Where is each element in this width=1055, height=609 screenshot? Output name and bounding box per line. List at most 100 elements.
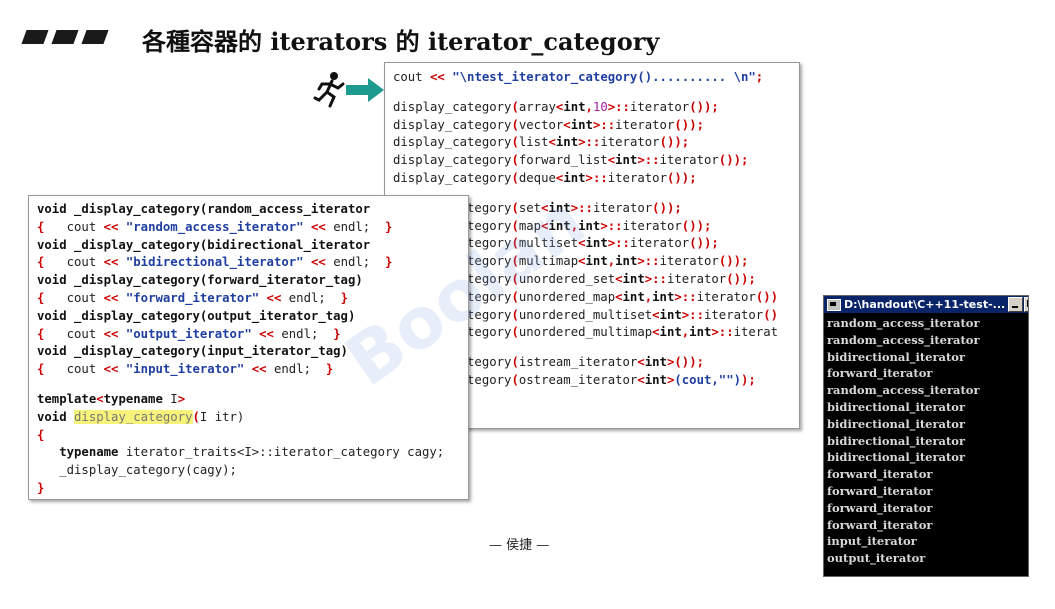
code-token: array	[518, 99, 556, 114]
left-code-panel: void _display_category(random_access_ite…	[28, 195, 469, 500]
code-token: iterator	[629, 99, 690, 114]
code-token: unordered_map	[518, 289, 616, 304]
code-token: int	[548, 200, 571, 215]
angle-token: >	[177, 391, 186, 406]
console-line: forward_iterator	[827, 483, 933, 498]
code-token: iterator	[659, 254, 719, 269]
code-token: iterator	[607, 170, 667, 185]
code-token: <	[578, 254, 586, 269]
code-token: forward_list	[518, 153, 608, 168]
code-token: _display_category(cagy);	[59, 463, 237, 478]
console-line: bidirectional_iterator	[827, 450, 966, 465]
code-token: void _display_category(forward_iterator_…	[37, 273, 363, 288]
code-line: void _display_category(random_access_ite…	[37, 201, 444, 219]
title-text: 各種容器的 iterators 的 iterator_category	[142, 27, 660, 56]
code-token: ::	[585, 135, 601, 150]
code-line: template<typename I>	[37, 391, 444, 409]
code-token: map	[518, 218, 542, 233]
code-token: ::	[681, 289, 697, 304]
code-token: void	[37, 409, 67, 424]
code-token: <<	[251, 362, 267, 377]
code-token: cout	[66, 290, 97, 305]
code-token: <	[541, 218, 549, 233]
code-token: iterator	[622, 218, 682, 233]
code-token: void _display_category(output_iterator_t…	[37, 308, 356, 323]
code-token: iterator	[629, 236, 690, 251]
code-token: "random_access_iterator"	[125, 219, 304, 234]
code-token: >	[600, 218, 608, 233]
brace-token: }	[385, 255, 393, 270]
console-line: forward_iterator	[827, 467, 933, 482]
code-token: >	[570, 200, 579, 215]
code-token: int	[659, 325, 682, 340]
brace-token: {	[37, 427, 45, 442]
brace-token: }	[325, 362, 334, 377]
console-line: input_iterator	[827, 534, 917, 549]
paren-token: (	[192, 409, 200, 424]
console-app-icon	[827, 298, 841, 311]
title-bullets	[21, 30, 109, 44]
code-token: );	[704, 236, 719, 251]
code-line: void _display_category(output_iterator_t…	[37, 308, 444, 326]
code-token: unordered_set	[518, 271, 616, 286]
code-token: int	[548, 218, 571, 233]
code-token: iterator	[666, 271, 727, 286]
code-token: );	[733, 153, 749, 168]
code-token: );	[681, 170, 697, 185]
code-token: display_category	[393, 99, 512, 114]
code-token: "output_iterator"	[125, 326, 252, 341]
code-line: _display_category(cagy);	[37, 462, 444, 480]
code-token: );	[733, 254, 749, 269]
code-token: deque	[518, 170, 556, 185]
console-title-bar[interactable]: D:\handout\C++11-test-...	[824, 296, 1028, 313]
code-token: ()	[652, 200, 667, 215]
code-token: cout	[393, 70, 431, 84]
code-token: int	[615, 153, 638, 168]
code-token: endl;	[273, 362, 311, 377]
code-token: int	[570, 117, 593, 132]
console-line: random_access_iterator	[827, 332, 980, 347]
code-token: void _display_category(input_iterator_ta…	[37, 344, 348, 359]
code-token: (	[511, 218, 519, 233]
code-line: display_category(deque<int>::iterator())…	[393, 170, 778, 188]
code-token: );	[674, 135, 690, 150]
code-token: int	[563, 170, 586, 185]
code-token: display_category	[393, 135, 512, 150]
code-line: { cout << "output_iterator" << endl; }	[37, 326, 444, 344]
console-output[interactable]: random_access_iterator random_access_iter…	[824, 313, 1028, 567]
console-line: bidirectional_iterator	[827, 416, 966, 431]
code-token: (cout,"")	[674, 372, 742, 387]
code-token: (	[511, 325, 519, 340]
code-token: display_category	[393, 170, 512, 185]
code-token: <	[578, 236, 586, 251]
code-token: iterator	[615, 117, 675, 132]
minimize-button[interactable]	[1008, 297, 1024, 312]
code-token: ,	[585, 99, 593, 114]
code-token: ::	[652, 271, 667, 286]
running-man-icon	[313, 72, 345, 108]
code-token: <	[541, 200, 549, 215]
code-token: ::	[615, 236, 630, 251]
maximize-button[interactable]	[1024, 297, 1028, 312]
console-line: forward_iterator	[827, 366, 933, 381]
code-token: iterator	[600, 135, 660, 150]
code-token: >	[585, 170, 593, 185]
arrow-right-icon	[346, 78, 384, 102]
code-token: int	[615, 254, 638, 269]
code-line: void _display_category(input_iterator_ta…	[37, 343, 444, 361]
